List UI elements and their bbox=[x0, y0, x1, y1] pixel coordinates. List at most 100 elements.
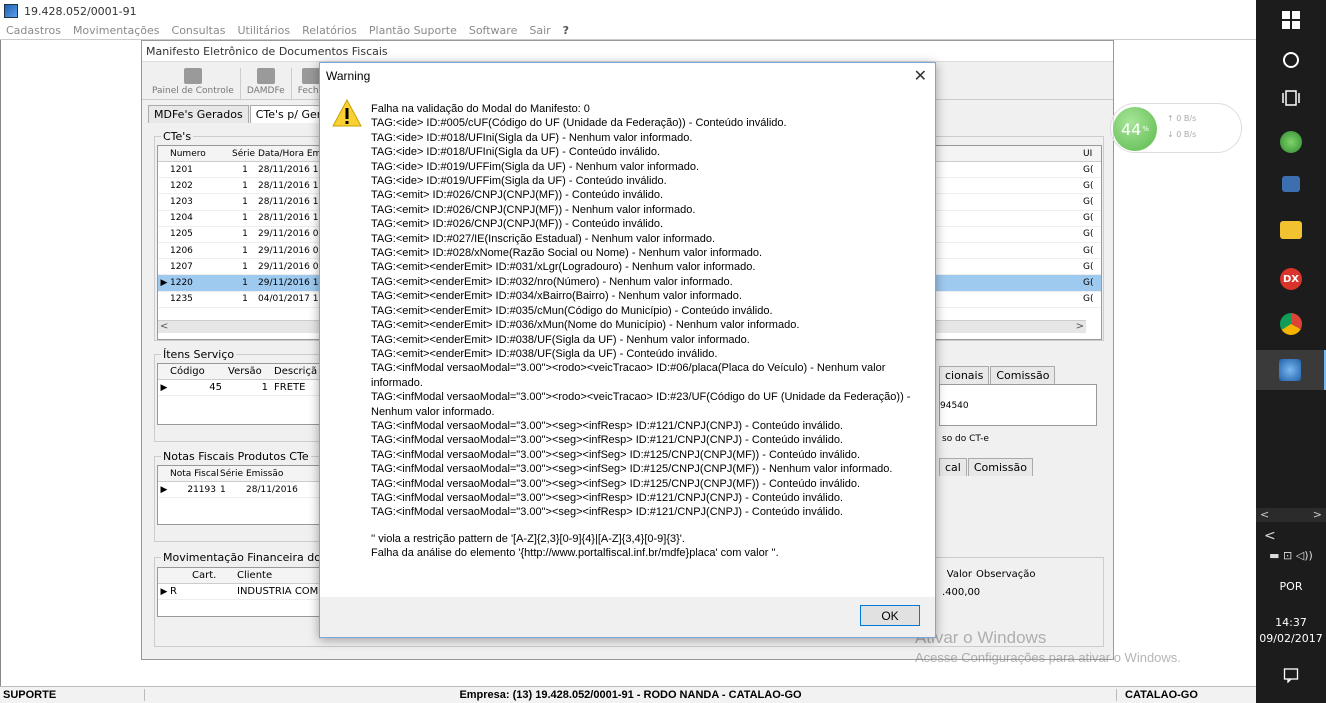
cte-uf: G( bbox=[1083, 164, 1094, 175]
cortana-circle-icon bbox=[1283, 52, 1299, 68]
clock-time[interactable]: 14:37 bbox=[1256, 616, 1326, 629]
windows-activation-watermark: Ativar o Windows Acesse Configurações pa… bbox=[915, 628, 1181, 665]
itens-grid-header: Código Versão Descriçã bbox=[158, 364, 336, 380]
system-tray-icons[interactable]: ▬ ⊡ ◁)) bbox=[1256, 549, 1326, 562]
mov-cart: R bbox=[170, 586, 177, 598]
menu-software[interactable]: Software bbox=[469, 24, 518, 37]
warning-message: Falha na validação do Modal do Manifesto… bbox=[371, 102, 924, 561]
item-versao: 1 bbox=[261, 382, 268, 394]
table-row[interactable]: ▶ 21193 1 28/11/2016 bbox=[158, 482, 336, 499]
menu-sair[interactable]: Sair bbox=[529, 24, 550, 37]
cte-uf: G( bbox=[1083, 277, 1094, 288]
col-emissao[interactable]: Emissão bbox=[246, 469, 283, 479]
col-serie-nf[interactable]: Série bbox=[220, 469, 246, 479]
menu-plantao-suporte[interactable]: Plantão Suporte bbox=[369, 24, 457, 37]
help-icon[interactable]: ? bbox=[563, 24, 569, 37]
col-cliente[interactable]: Cliente bbox=[237, 570, 272, 581]
col-codigo[interactable]: Código bbox=[170, 366, 228, 377]
tab-adicionais[interactable]: cionais bbox=[939, 366, 990, 384]
menu-movimentacoes[interactable]: Movimentações bbox=[73, 24, 160, 37]
scroll-left-icon[interactable]: < bbox=[160, 321, 168, 332]
cte-uf: G( bbox=[1083, 180, 1094, 191]
clock-date[interactable]: 09/02/2017 bbox=[1256, 632, 1326, 645]
tab-comissao-2[interactable]: Comissão bbox=[967, 458, 1033, 476]
warning-line: TAG:<emit><enderEmit> ID:#036/xMun(Nome … bbox=[371, 319, 800, 332]
painel-controle-button[interactable]: Painel de Controle bbox=[146, 68, 241, 99]
watermark-line1: Ativar o Windows bbox=[915, 628, 1047, 647]
warning-line: TAG:<infModal versaoModal="3.00"><seg><i… bbox=[371, 463, 893, 476]
right-tabs-1: cionais Comissão bbox=[939, 366, 1056, 384]
taskbar-app-dx[interactable]: DX bbox=[1256, 259, 1326, 299]
warning-dialog-title: Warning bbox=[326, 69, 371, 83]
warning-line: TAG:<infModal versaoModal="3.00"><rodo><… bbox=[371, 362, 886, 389]
warning-footer-line: '' viola a restrição pattern de '[A-Z]{2… bbox=[371, 532, 685, 545]
table-row[interactable]: ▶ 45 1 FRETE bbox=[158, 380, 336, 397]
col-serie[interactable]: Série bbox=[232, 149, 258, 159]
cte-serie: 1 bbox=[242, 229, 248, 240]
taskbar-app-database[interactable] bbox=[1256, 122, 1326, 162]
col-nota-fiscal[interactable]: Nota Fiscal bbox=[170, 469, 220, 479]
col-uf[interactable]: UI bbox=[1083, 149, 1092, 159]
usage-percent: 44 bbox=[1120, 119, 1142, 139]
col-versao[interactable]: Versão bbox=[228, 366, 274, 377]
cte-uf: G( bbox=[1083, 294, 1094, 305]
cte-serie: 1 bbox=[242, 213, 248, 224]
network-speed-widget[interactable]: 44% ↑ 0 B/s ↓ 0 B/s bbox=[1110, 103, 1242, 153]
cte-numero: 1220 bbox=[170, 277, 193, 288]
col-valor[interactable]: Valor bbox=[939, 569, 972, 580]
language-indicator[interactable]: POR bbox=[1256, 580, 1326, 593]
col-observacao[interactable]: Observação bbox=[976, 569, 1035, 580]
menu-relatorios[interactable]: Relatórios bbox=[302, 24, 357, 37]
warning-line: Falha na validação do Modal do Manifesto… bbox=[371, 103, 590, 115]
task-view-button[interactable] bbox=[1256, 78, 1326, 118]
tab-mdfes-gerados[interactable]: MDFe's Gerados bbox=[148, 105, 249, 123]
tray-expand-icon[interactable]: < bbox=[1264, 528, 1276, 544]
notification-center-button[interactable] bbox=[1256, 661, 1326, 689]
item-codigo: 45 bbox=[209, 382, 222, 394]
tab-fiscal[interactable]: cal bbox=[939, 458, 967, 476]
chevron-left-icon[interactable]: < bbox=[1260, 508, 1269, 522]
row-pointer-icon: ▶ bbox=[160, 586, 168, 597]
right-info-text: 94540 bbox=[940, 401, 969, 411]
start-button[interactable] bbox=[1256, 0, 1326, 40]
col-cart[interactable]: Cart. bbox=[192, 570, 237, 581]
taskbar-scroll[interactable]: < > bbox=[1256, 508, 1326, 522]
status-city: CATALAO-GO bbox=[1116, 689, 1256, 701]
dx-app-icon: DX bbox=[1280, 268, 1302, 290]
app-logo-icon bbox=[4, 4, 18, 18]
menu-consultas[interactable]: Consultas bbox=[172, 24, 226, 37]
mov-cliente: INDUSTRIA COM bbox=[237, 586, 319, 598]
warning-line: TAG:<emit><enderEmit> ID:#035/cMun(Códig… bbox=[371, 304, 773, 317]
scroll-right-icon[interactable]: > bbox=[1076, 321, 1084, 332]
tools-icon bbox=[183, 68, 202, 84]
ok-button[interactable]: OK bbox=[860, 605, 920, 626]
taskbar-app-explorer[interactable] bbox=[1256, 210, 1326, 250]
table-row[interactable]: ▶ R INDUSTRIA COM bbox=[158, 584, 336, 601]
itens-grid: Código Versão Descriçã ▶ 45 1 FRETE bbox=[157, 363, 337, 425]
cte-numero: 1235 bbox=[170, 294, 193, 305]
warning-line: TAG:<emit> ID:#026/CNPJ(CNPJ(MF)) - Cont… bbox=[371, 189, 663, 202]
close-icon[interactable]: ✕ bbox=[914, 66, 927, 85]
col-numero[interactable]: Numero bbox=[170, 149, 232, 159]
taskbar-app-chrome[interactable] bbox=[1256, 304, 1326, 344]
folder-icon bbox=[1280, 221, 1302, 239]
taskbar-app-active[interactable] bbox=[1256, 350, 1326, 390]
taskbar-app-window[interactable] bbox=[1256, 164, 1326, 204]
warning-line: TAG:<infModal versaoModal="3.00"><rodo><… bbox=[371, 391, 911, 418]
chevron-right-icon[interactable]: > bbox=[1313, 508, 1322, 522]
tab-comissao[interactable]: Comissão bbox=[990, 366, 1056, 384]
warning-line: TAG:<emit><enderEmit> ID:#032/nro(Número… bbox=[371, 275, 733, 288]
cte-numero: 1202 bbox=[170, 180, 193, 191]
task-view-icon bbox=[1282, 90, 1300, 106]
cte-numero: 1204 bbox=[170, 213, 193, 224]
col-descricao[interactable]: Descriçã bbox=[274, 366, 317, 377]
menu-cadastros[interactable]: Cadastros bbox=[6, 24, 61, 37]
menu-utilitarios[interactable]: Utilitários bbox=[237, 24, 290, 37]
windows-logo-icon bbox=[1282, 11, 1300, 29]
database-app-icon bbox=[1280, 131, 1302, 153]
upload-rate: ↑ 0 B/s bbox=[1167, 114, 1197, 123]
damdfe-button[interactable]: DAMDFe bbox=[241, 68, 292, 99]
search-button[interactable] bbox=[1256, 40, 1326, 80]
warning-line: TAG:<ide> ID:#019/UFFim(Sigla da UF) - N… bbox=[371, 160, 700, 173]
cte-serie: 1 bbox=[242, 245, 248, 256]
